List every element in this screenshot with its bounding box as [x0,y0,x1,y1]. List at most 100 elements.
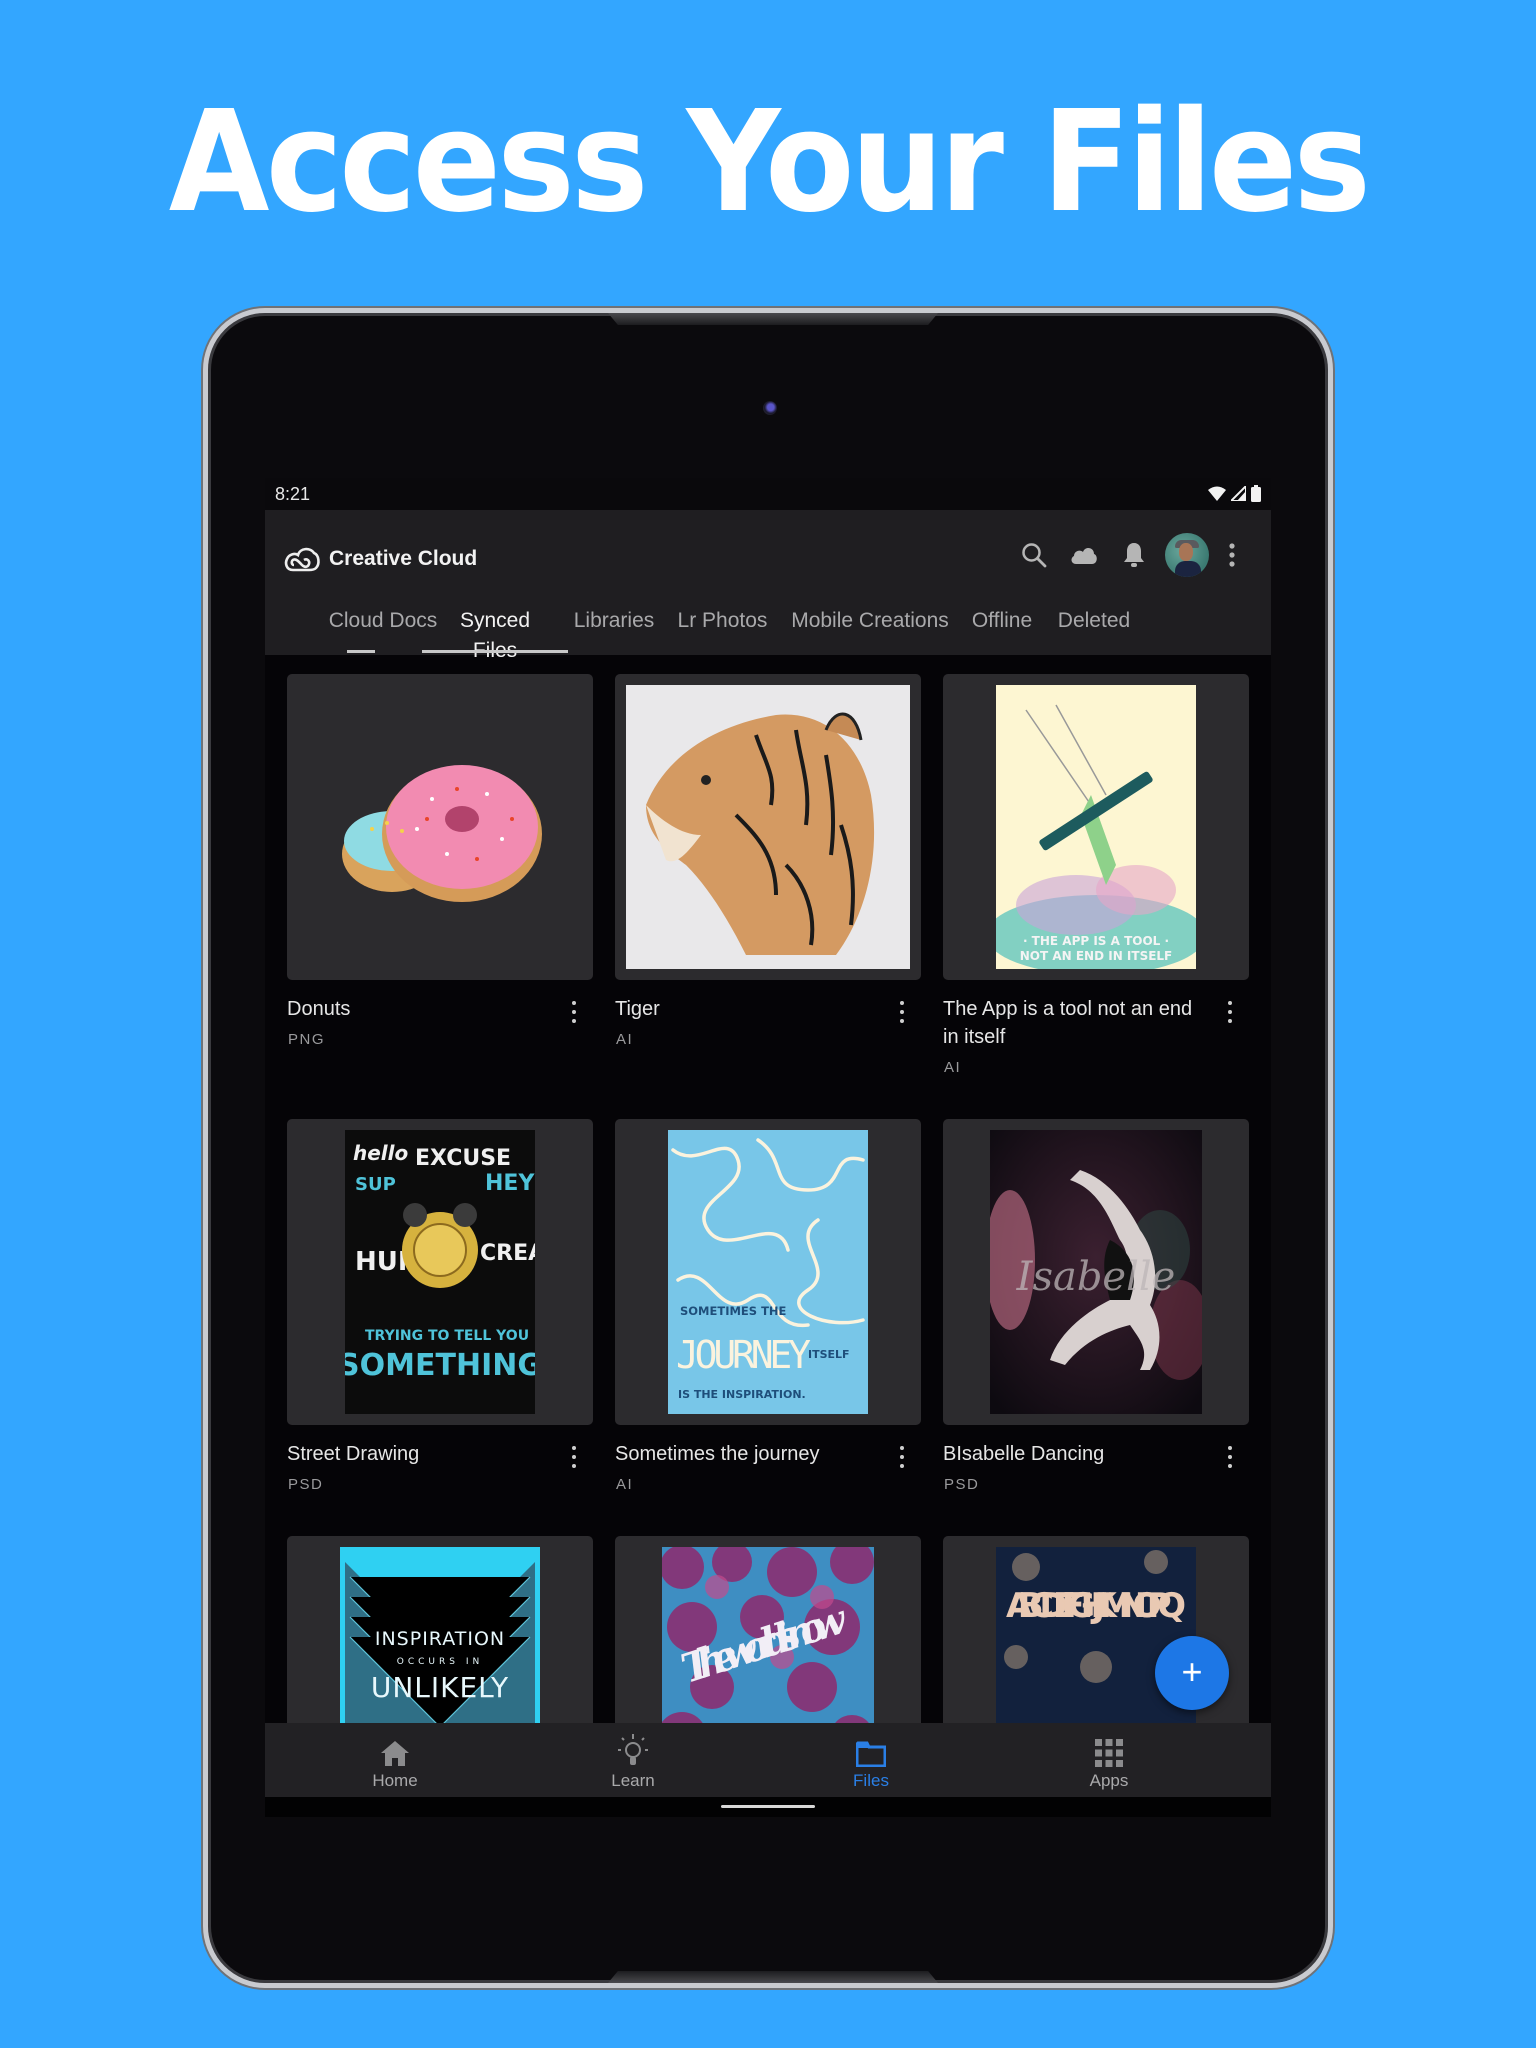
tiger-image [626,685,910,969]
file-card[interactable]: hello EXCUSE SUP HEY HUNC CREAT TRYING T… [287,1119,593,1493]
app-bar: Creative Cloud Cloud Docs Synced Files L [265,510,1271,662]
thumb-text: INSPIRATION [375,1628,505,1650]
nav-label: Learn [611,1771,655,1790]
more-vertical-icon [1229,543,1235,567]
thumb-text: ABCDEF GHIJK MNOPQ [1006,1586,1186,1626]
file-tabs: Cloud Docs Synced Files Libraries Lr Pho… [265,606,1271,662]
file-name: Donuts [287,998,351,1020]
more-options-button[interactable] [1215,532,1249,578]
plus-icon: + [1181,1651,1203,1692]
tablet-top-button [608,313,938,325]
tab-lr-photos[interactable]: Lr Photos [675,606,770,652]
file-type: AI [616,1476,634,1493]
home-icon [381,1741,409,1766]
thumb-text: Isabelle [1016,1254,1176,1300]
nav-label: Files [853,1771,889,1790]
wifi-icon [1208,486,1226,501]
thumb-text: NOT AN END IN ITSELF [1020,949,1173,963]
creative-cloud-logo-icon [284,547,320,572]
file-more-button[interactable] [897,1443,907,1471]
donuts-image [342,765,542,902]
app-logo[interactable]: Creative Cloud [283,544,477,574]
cellular-signal-icon [1231,486,1246,501]
svg-text:CREAT: CREAT [480,1241,535,1266]
tab-cloud-docs[interactable]: Cloud Docs [327,606,439,652]
nav-home[interactable]: Home [315,1723,475,1797]
file-type: PSD [288,1476,324,1493]
search-icon [1022,543,1047,568]
file-card[interactable]: Donuts PNG [287,674,593,1048]
thumb-text: IS THE INSPIRATION. [678,1388,806,1401]
app-name: Creative Cloud [329,547,478,570]
file-card[interactable]: Isabelle BIsabelle Dancing PSD [943,1119,1249,1493]
thumb-text: SOMETHING [345,1348,535,1383]
user-avatar[interactable] [1165,533,1209,577]
file-type: AI [944,1059,962,1076]
notifications-button[interactable] [1109,532,1159,578]
file-grid: Donuts PNG Tiger AI · THE APP IS A TOOL … [265,655,1271,1817]
file-more-button[interactable] [569,998,579,1026]
thumb-text: · THE APP IS A TOOL · [1023,934,1169,948]
cloud-icon [1071,548,1097,564]
status-time: 8:21 [275,484,311,504]
nav-learn[interactable]: Learn [553,1723,713,1797]
tab-mobile-creations[interactable]: Mobile Creations [789,606,951,652]
app-tool-poster-image: · THE APP IS A TOOL · NOT AN END IN ITSE… [996,685,1196,969]
notification-bell-icon [1124,543,1144,567]
front-camera [763,401,777,415]
bottom-navigation: Home Learn Files Apps [265,1723,1271,1797]
add-file-button[interactable]: + [1155,1636,1229,1710]
nav-files[interactable]: Files [791,1723,951,1797]
home-gesture-bar[interactable] [721,1805,815,1808]
nav-apps[interactable]: Apps [1029,1723,1189,1797]
tab-synced-files[interactable]: Synced Files [422,606,568,662]
file-thumbnail[interactable] [287,674,593,980]
journey-poster-image: SOMETIMES THE JOURNEY ITSELF IS THE INSP… [668,1130,868,1414]
app-screen: 8:21 Creative Cloud Cloud Docs Synced Fi… [265,478,1271,1817]
svg-text:EXCUSE: EXCUSE [415,1146,511,1171]
tablet-bottom-button [608,1971,938,1983]
svg-text:hello: hello [353,1141,409,1165]
file-thumbnail[interactable]: hello EXCUSE SUP HEY HUNC CREAT TRYING T… [287,1119,593,1425]
file-thumbnail[interactable]: · THE APP IS A TOOL · NOT AN END IN ITSE… [943,674,1249,980]
file-more-button[interactable] [897,998,907,1026]
tab-deleted[interactable]: Deleted [1054,606,1134,652]
file-type: PNG [288,1031,326,1048]
file-card[interactable]: · THE APP IS A TOOL · NOT AN END IN ITSE… [943,674,1249,1076]
thumb-text: JOURNEY [676,1333,811,1377]
gesture-area [265,1797,1271,1817]
svg-text:SUP: SUP [355,1174,396,1195]
thumb-text: UNLIKELY [371,1671,509,1704]
file-thumbnail[interactable]: SOMETIMES THE JOURNEY ITSELF IS THE INSP… [615,1119,921,1425]
nav-label: Apps [1089,1771,1129,1790]
file-type: PSD [944,1476,980,1493]
svg-text:HEY: HEY [485,1171,535,1196]
apps-grid-icon [1095,1739,1123,1767]
file-more-button[interactable] [1225,1443,1235,1471]
folder-icon [856,1741,886,1767]
file-card[interactable]: Tiger AI [615,674,921,1048]
search-button[interactable] [1009,532,1059,578]
file-type: AI [616,1031,634,1048]
file-card[interactable]: SOMETIMES THE JOURNEY ITSELF IS THE INSP… [615,1119,921,1493]
thumb-text: OCCURS IN [397,1657,483,1667]
file-thumbnail[interactable]: Isabelle [943,1119,1249,1425]
headline: Access Your Files [168,81,1371,244]
file-more-button[interactable] [569,1443,579,1471]
file-name: Tiger [615,998,660,1020]
file-name: The App is a tool not an end in itself [943,998,1193,1048]
thumb-text: ITSELF [808,1348,850,1361]
file-name: Sometimes the journey [615,1443,820,1465]
cloud-sync-button[interactable] [1059,532,1109,578]
file-thumbnail[interactable] [615,674,921,980]
isabelle-dancing-image: Isabelle [990,1130,1202,1414]
battery-icon [1251,485,1261,502]
file-more-button[interactable] [1225,998,1235,1026]
tab-libraries[interactable]: Libraries [571,606,657,652]
tab-offline[interactable]: Offline [968,606,1036,652]
street-drawing-image: hello EXCUSE SUP HEY HUNC CREAT TRYING T… [345,1130,535,1414]
file-name: Street Drawing [287,1443,420,1465]
lightbulb-icon [618,1734,648,1765]
status-bar: 8:21 [265,478,1271,510]
nav-label: Home [372,1771,418,1790]
